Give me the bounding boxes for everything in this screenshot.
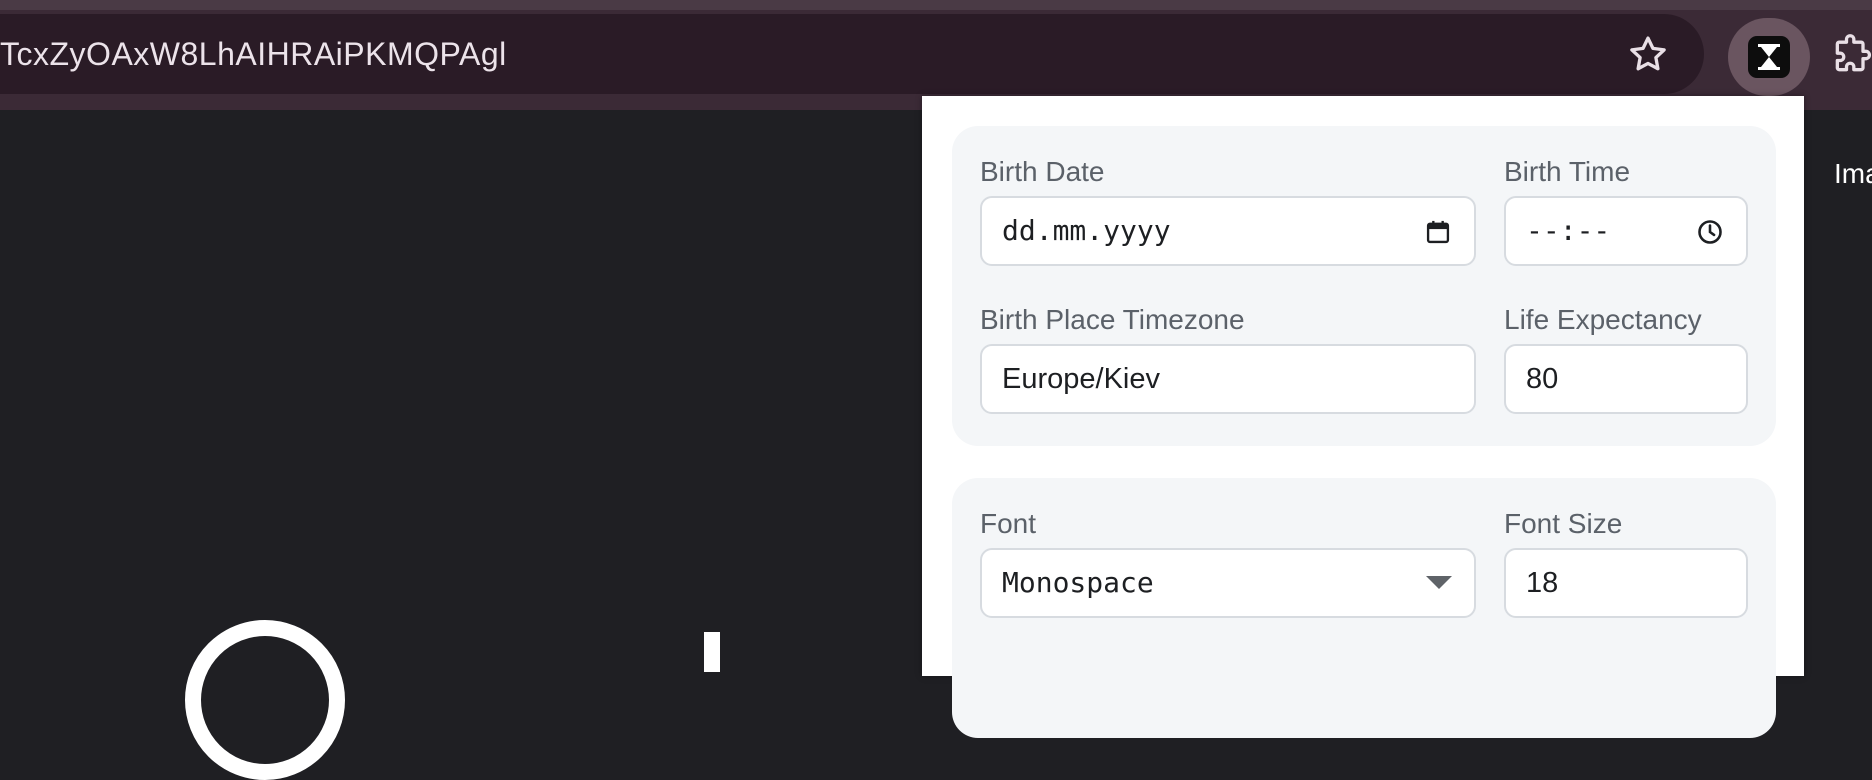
life-expectancy-label: Life Expectancy — [1504, 304, 1702, 335]
timezone-value: Europe/Kiev — [1002, 363, 1160, 395]
font-size-value: 18 — [1526, 567, 1559, 599]
page-side-text: Ima — [1834, 158, 1872, 189]
birth-settings-card: Birth Date dd.mm.yyyy Birth Time --:-- B… — [952, 126, 1776, 446]
birth-date-placeholder: dd.mm.yyyy — [1002, 214, 1171, 247]
calendar-icon[interactable] — [1424, 218, 1452, 246]
font-size-input[interactable]: 18 — [1504, 548, 1748, 618]
address-bar[interactable]: TcxZyOAxW8LhAIHRAiPKMQPAgl — [0, 14, 1704, 94]
font-selected-value: Monospace — [1002, 566, 1154, 599]
timezone-input[interactable]: Europe/Kiev — [980, 344, 1476, 414]
birth-date-label: Birth Date — [980, 156, 1105, 187]
page-logo-fragment — [185, 620, 345, 780]
page-logo-fragment-stem — [704, 632, 720, 672]
display-settings-card: Font Monospace Font Size 18 — [952, 478, 1776, 738]
birth-time-label: Birth Time — [1504, 156, 1631, 187]
hourglass-icon — [1748, 36, 1790, 78]
star-icon[interactable] — [1626, 33, 1670, 77]
dropdown-arrow-icon[interactable] — [1426, 576, 1452, 589]
browser-toolbar: TcxZyOAxW8LhAIHRAiPKMQPAgl — [0, 0, 1872, 110]
birth-time-placeholder: --:-- — [1526, 214, 1611, 247]
tab-strip-edge — [0, 0, 1872, 10]
extension-popup: Birth Date dd.mm.yyyy Birth Time --:-- B… — [922, 96, 1804, 738]
font-size-label: Font Size — [1504, 508, 1623, 539]
life-expectancy-input[interactable]: 80 — [1504, 344, 1748, 414]
puzzle-icon[interactable] — [1830, 32, 1872, 78]
birth-date-input[interactable]: dd.mm.yyyy — [980, 196, 1476, 266]
life-expectancy-value: 80 — [1526, 363, 1559, 395]
clock-icon[interactable] — [1696, 218, 1724, 246]
birth-time-input[interactable]: --:-- — [1504, 196, 1748, 266]
font-select[interactable]: Monospace — [980, 548, 1476, 618]
extension-button-life-timer[interactable] — [1728, 18, 1810, 96]
timezone-label: Birth Place Timezone — [980, 304, 1245, 335]
address-bar-url: TcxZyOAxW8LhAIHRAiPKMQPAgl — [0, 36, 507, 72]
font-label: Font — [980, 508, 1037, 539]
